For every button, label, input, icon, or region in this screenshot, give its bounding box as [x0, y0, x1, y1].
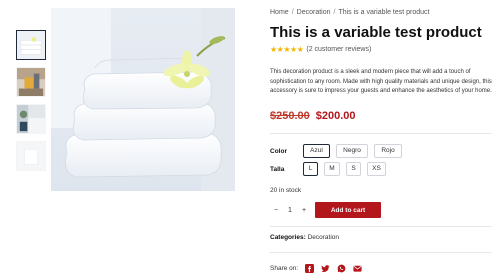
color-label: Color — [270, 147, 287, 155]
reviews-link[interactable]: (2 customer reviews) — [306, 46, 371, 53]
white-thumbnail-image — [17, 142, 45, 170]
towels-image — [51, 8, 235, 191]
talla-option-xs[interactable]: XS — [367, 162, 386, 176]
add-to-cart-button[interactable]: Add to cart — [315, 202, 381, 218]
category-link[interactable]: Decoration — [308, 234, 339, 241]
thumbnail-towels[interactable] — [16, 30, 46, 60]
thumbnail-white[interactable] — [16, 141, 46, 171]
divider — [270, 226, 492, 227]
quantity-plus-button[interactable]: + — [298, 207, 310, 214]
whatsapp-icon[interactable] — [337, 264, 346, 273]
share-label: Share on: — [270, 265, 299, 272]
product-categories: Categories: Decoration — [270, 234, 339, 241]
product-title: This is a variable test product — [270, 24, 482, 41]
talla-label: Talla — [270, 165, 285, 173]
color-option-rojo[interactable]: Rojo — [374, 144, 402, 158]
color-option-negro[interactable]: Negro — [336, 144, 368, 158]
chair-thumbnail-image — [17, 68, 45, 96]
twitter-icon[interactable] — [321, 264, 330, 273]
facebook-icon[interactable] — [305, 264, 315, 273]
product-price: $250.00 $200.00 — [270, 110, 492, 124]
talla-attribute: Talla L M S XS — [270, 162, 392, 176]
email-icon[interactable] — [353, 264, 362, 273]
breadcrumb-current: This is a variable test product — [338, 9, 430, 16]
divider — [270, 133, 492, 134]
main-product-image[interactable] — [51, 8, 235, 191]
thumbnail-chair[interactable] — [16, 67, 46, 97]
share-bar: Share on: — [270, 264, 362, 273]
old-price: $250.00 — [270, 109, 310, 122]
product-description: This decoration product is a sleek and m… — [270, 69, 492, 95]
star-rating-icon: ★★★★★ — [270, 45, 304, 54]
breadcrumb: Home / Decoration / This is a variable test … — [270, 8, 492, 18]
product-info: Home / Decoration / This is a variable test … — [270, 8, 492, 124]
thumbnail-list — [16, 30, 46, 178]
sale-price: $200.00 — [315, 109, 356, 122]
talla-option-s[interactable]: S — [346, 162, 361, 176]
breadcrumb-home[interactable]: Home — [270, 9, 289, 16]
breadcrumb-decoration[interactable]: Decoration — [297, 9, 331, 16]
quantity-minus-button[interactable]: − — [270, 207, 282, 214]
quantity-input[interactable]: 1 — [284, 207, 296, 214]
quantity-stepper: − 1 + — [270, 202, 310, 218]
categories-label: Categories: — [270, 234, 306, 241]
talla-option-l[interactable]: L — [303, 162, 318, 176]
stock-status: 20 in stock — [270, 187, 302, 194]
divider — [270, 252, 492, 253]
room-thumbnail-image — [17, 105, 45, 133]
talla-option-m[interactable]: M — [324, 162, 340, 176]
breadcrumb-separator: / — [291, 9, 294, 16]
color-option-azul[interactable]: Azul — [303, 144, 330, 158]
towels-thumbnail-image — [17, 31, 45, 59]
product-rating: ★★★★★ (2 customer reviews) — [270, 44, 492, 55]
color-attribute: Color Azul Negro Rojo — [270, 144, 408, 158]
breadcrumb-separator: / — [333, 9, 336, 16]
thumbnail-room[interactable] — [16, 104, 46, 134]
